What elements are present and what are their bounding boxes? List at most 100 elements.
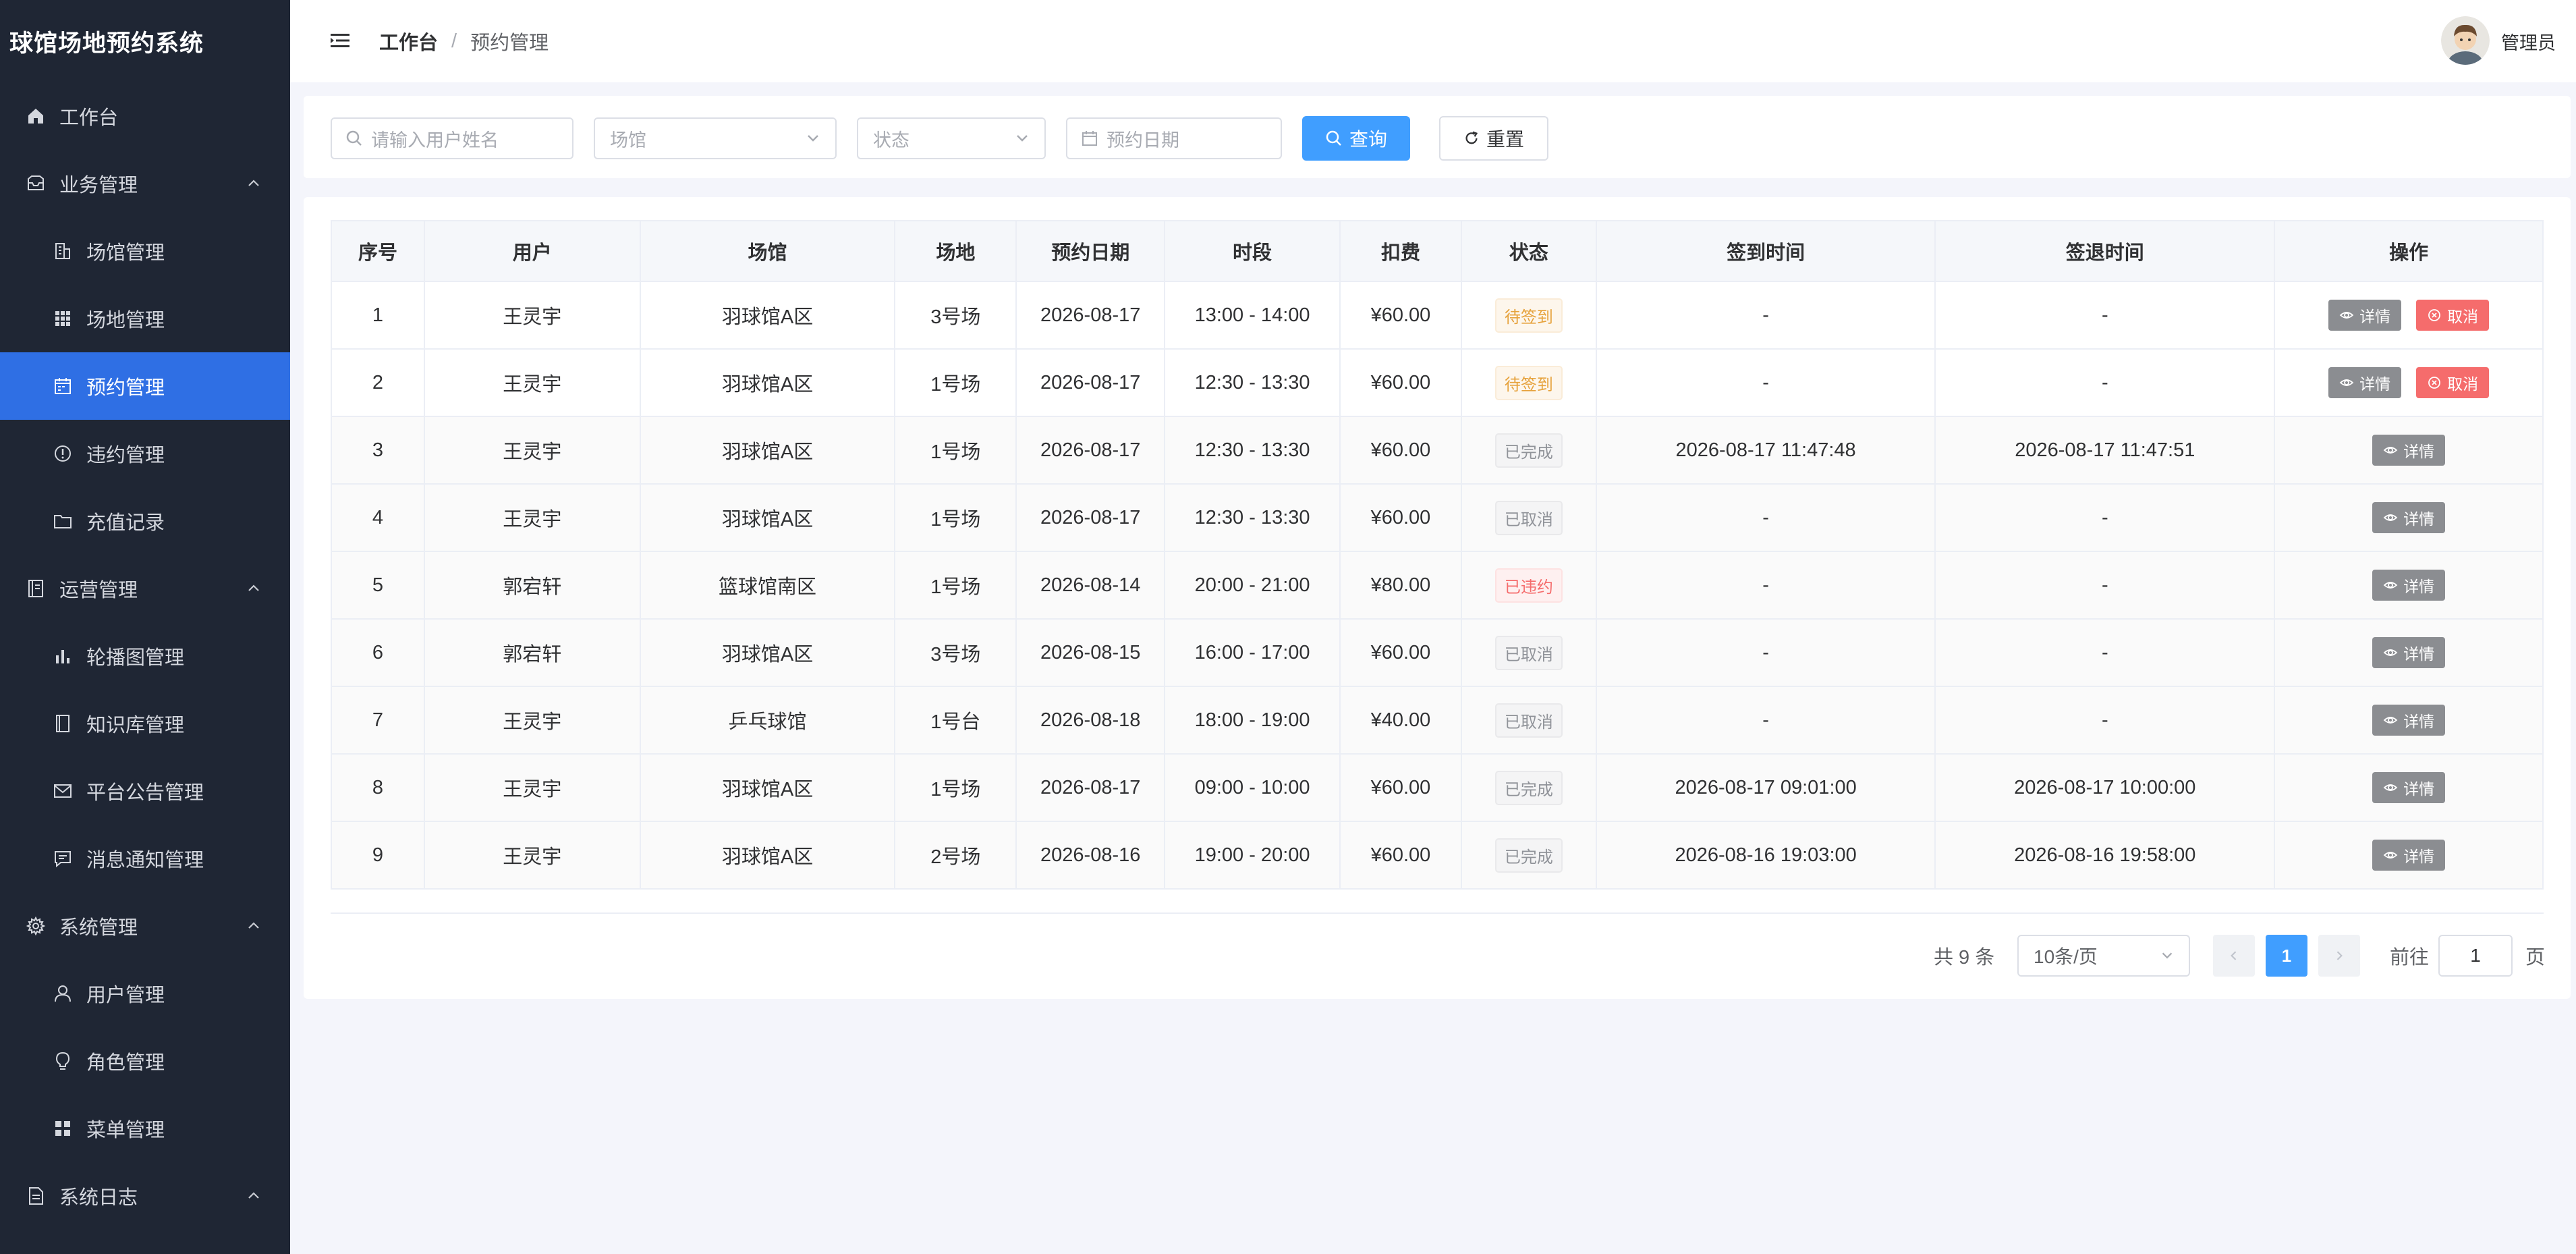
cell-date: 2026-08-14 bbox=[1015, 551, 1166, 620]
cell-checkin: - bbox=[1595, 483, 1936, 552]
status-badge: 已完成 bbox=[1494, 838, 1563, 873]
sidebar-item-10[interactable]: 平台公告管理 bbox=[0, 757, 290, 825]
eye-icon bbox=[2339, 312, 2354, 319]
table-row[interactable]: 2 王灵宇 羽球馆A区 1号场 2026-08-17 12:30 - 13:30 ¥60.0… bbox=[331, 348, 2544, 417]
query-button[interactable]: 查询 bbox=[1302, 116, 1410, 161]
sidebar-item-16[interactable]: 系统日志 bbox=[0, 1162, 290, 1230]
table-row[interactable]: 7 王灵宇 乒乓球馆 1号台 2026-08-18 18:00 - 19:00 ¥40.00… bbox=[331, 686, 2544, 755]
cell-user: 王灵宇 bbox=[423, 348, 641, 417]
header: 工作台 / 预约管理 管理员 bbox=[290, 0, 2576, 82]
cancel-button[interactable]: 取消 bbox=[2416, 367, 2490, 398]
status-select[interactable]: 状态 bbox=[857, 117, 1046, 159]
cell-court: 2号场 bbox=[894, 821, 1017, 890]
sidebar-item-12[interactable]: 系统管理 bbox=[0, 892, 290, 960]
table-row[interactable]: 8 王灵宇 羽球馆A区 1号场 2026-08-17 09:00 - 10:00 ¥60.0… bbox=[331, 753, 2544, 822]
cell-status: 已取消 bbox=[1460, 686, 1597, 755]
cell-actions: 详情 bbox=[2274, 753, 2544, 822]
cell-checkout: 2026-08-17 11:47:51 bbox=[1934, 416, 2276, 485]
status-badge: 已取消 bbox=[1494, 703, 1563, 738]
cell-actions: 详情 bbox=[2274, 416, 2544, 485]
sidebar-item-label: 场地管理 bbox=[86, 310, 165, 331]
table-row[interactable]: 3 王灵宇 羽球馆A区 1号场 2026-08-17 12:30 - 13:30 ¥60.0… bbox=[331, 416, 2544, 485]
sidebar-item-9[interactable]: 知识库管理 bbox=[0, 690, 290, 757]
cell-status: 已完成 bbox=[1460, 753, 1597, 822]
sidebar-item-14[interactable]: 角色管理 bbox=[0, 1027, 290, 1095]
eye-icon bbox=[2383, 514, 2398, 521]
user-icon bbox=[51, 982, 74, 1005]
table-row[interactable]: 6 郭宕轩 羽球馆A区 3号场 2026-08-15 16:00 - 17:00 ¥60.0… bbox=[331, 618, 2544, 687]
venue-select[interactable]: 场馆 bbox=[594, 117, 837, 159]
cell-actions: 详情 取消 bbox=[2274, 281, 2544, 350]
menu-toggle-icon[interactable] bbox=[329, 30, 351, 51]
sidebar-item-label: 运营管理 bbox=[59, 580, 138, 601]
grid-icon bbox=[51, 307, 74, 330]
page-number-button[interactable]: 1 bbox=[2266, 935, 2307, 977]
sidebar-item-15[interactable]: 菜单管理 bbox=[0, 1095, 290, 1162]
sidebar-item-6[interactable]: 充值记录 bbox=[0, 487, 290, 555]
sidebar-item-1[interactable]: 业务管理 bbox=[0, 150, 290, 217]
cell-venue: 羽球馆A区 bbox=[639, 618, 896, 687]
sidebar-item-label: 预约管理 bbox=[86, 377, 165, 399]
pagination-total: 共 9 条 bbox=[1934, 947, 1995, 969]
page-size-select[interactable]: 10条/页 bbox=[2017, 935, 2190, 977]
bar-chart-icon bbox=[51, 645, 74, 667]
detail-button[interactable]: 详情 bbox=[2372, 705, 2446, 736]
sidebar-item-8[interactable]: 轮播图管理 bbox=[0, 622, 290, 690]
sidebar-item-4[interactable]: 预约管理 bbox=[0, 352, 290, 420]
detail-button[interactable]: 详情 bbox=[2372, 502, 2446, 533]
sidebar-item-11[interactable]: 消息通知管理 bbox=[0, 825, 290, 892]
username[interactable]: 管理员 bbox=[2501, 0, 2556, 82]
detail-button[interactable]: 详情 bbox=[2372, 772, 2446, 803]
cell-user: 郭宕轩 bbox=[423, 618, 641, 687]
date-picker[interactable]: 预约日期 bbox=[1066, 117, 1282, 159]
user-name-input[interactable]: 请输入用户姓名 bbox=[331, 117, 573, 159]
avatar[interactable] bbox=[2441, 16, 2490, 65]
table-row[interactable]: 4 王灵宇 羽球馆A区 1号场 2026-08-17 12:30 - 13:30 ¥60.0… bbox=[331, 483, 2544, 552]
cell-venue: 羽球馆A区 bbox=[639, 821, 896, 890]
table-row[interactable]: 9 王灵宇 羽球馆A区 2号场 2026-08-16 19:00 - 20:00 ¥60.0… bbox=[331, 821, 2544, 890]
sidebar-item-7[interactable]: 运营管理 bbox=[0, 555, 290, 622]
sidebar-item-label: 工作台 bbox=[59, 107, 119, 129]
prev-page-button[interactable] bbox=[2213, 935, 2255, 977]
sidebar-item-3[interactable]: 场地管理 bbox=[0, 285, 290, 352]
table-row[interactable]: 5 郭宕轩 篮球馆南区 1号场 2026-08-14 20:00 - 21:00 ¥80.0… bbox=[331, 551, 2544, 620]
cell-no: 9 bbox=[331, 821, 425, 890]
sidebar-item-2[interactable]: 场馆管理 bbox=[0, 217, 290, 285]
eye-icon bbox=[2383, 852, 2398, 858]
sidebar-item-0[interactable]: 工作台 bbox=[0, 82, 290, 150]
detail-button[interactable]: 详情 bbox=[2328, 367, 2402, 398]
detail-button[interactable]: 详情 bbox=[2372, 435, 2446, 466]
detail-button[interactable]: 详情 bbox=[2328, 300, 2402, 331]
home-icon bbox=[24, 105, 47, 128]
cell-checkin: - bbox=[1595, 281, 1936, 350]
sidebar-item-13[interactable]: 用户管理 bbox=[0, 960, 290, 1027]
sidebar-item-5[interactable]: 违约管理 bbox=[0, 420, 290, 487]
column-header: 序号 bbox=[331, 220, 425, 282]
query-label: 查询 bbox=[1349, 129, 1387, 150]
cell-date: 2026-08-15 bbox=[1015, 618, 1166, 687]
table-row[interactable]: 1 王灵宇 羽球馆A区 3号场 2026-08-17 13:00 - 14:00 ¥60.0… bbox=[331, 281, 2544, 350]
goto-page-input[interactable]: 1 bbox=[2438, 935, 2513, 977]
breadcrumb-home[interactable]: 工作台 bbox=[379, 27, 438, 55]
cell-checkout: - bbox=[1934, 551, 2276, 620]
cell-date: 2026-08-18 bbox=[1015, 686, 1166, 755]
cell-status: 已违约 bbox=[1460, 551, 1597, 620]
detail-button[interactable]: 详情 bbox=[2372, 840, 2446, 871]
cell-fee: ¥60.00 bbox=[1339, 821, 1462, 890]
cell-fee: ¥40.00 bbox=[1339, 686, 1462, 755]
detail-button[interactable]: 详情 bbox=[2372, 570, 2446, 601]
cell-court: 3号场 bbox=[894, 281, 1017, 350]
calendar-icon bbox=[51, 375, 74, 398]
column-header: 预约日期 bbox=[1015, 220, 1166, 282]
eye-icon bbox=[2383, 447, 2398, 454]
chevron-down-icon bbox=[1017, 135, 1028, 142]
cell-checkout: - bbox=[1934, 348, 2276, 417]
reset-button[interactable]: 重置 bbox=[1439, 116, 1548, 161]
detail-label: 详情 bbox=[2403, 780, 2435, 798]
cell-slot: 12:30 - 13:30 bbox=[1164, 416, 1341, 485]
cancel-button[interactable]: 取消 bbox=[2416, 300, 2490, 331]
next-page-button[interactable] bbox=[2318, 935, 2360, 977]
detail-button[interactable]: 详情 bbox=[2372, 637, 2446, 668]
cell-court: 1号场 bbox=[894, 753, 1017, 822]
page-suffix: 页 bbox=[2525, 947, 2546, 969]
